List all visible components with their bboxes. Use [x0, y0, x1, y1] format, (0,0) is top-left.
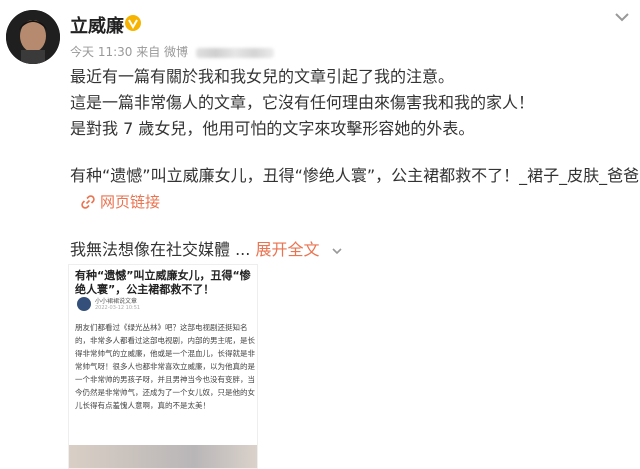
truncated-line: 我無法想像在社交媒體 ... 展开全文: [70, 240, 343, 260]
screenshot-title: 有种“遗憾”叫立威廉女儿，丑得“惨绝人寰”，公主裙都救不了！: [75, 269, 251, 296]
verified-icon: [125, 15, 141, 31]
chevron-down-icon[interactable]: [612, 10, 632, 24]
author-name[interactable]: 立威廉: [70, 12, 124, 38]
screenshot-body: 朋友们都看过《绿光丛林》吧？这部电视剧还挺知名的，非常多人都看过这部电视剧，内部…: [75, 321, 255, 414]
post-text-line: 這是一篇非常傷人的文章，它沒有任何理由來傷害我和我的家人！: [70, 93, 535, 112]
web-link[interactable]: 网页链接: [80, 191, 160, 212]
screenshot-subline: 2022-03-12 10:51: [95, 305, 141, 311]
expand-button[interactable]: 展开全文: [255, 240, 342, 259]
attached-screenshot[interactable]: 有种“遗憾”叫立威廉女儿，丑得“惨绝人寰”，公主裙都救不了！ 小小裙裙说文章 2…: [68, 264, 258, 469]
truncated-text: 我無法想像在社交媒體 ...: [70, 240, 251, 259]
blurred-source: [195, 47, 274, 58]
post-text-line: 最近有一篇有關於我和我女兒的文章引起了我的注意。: [70, 67, 455, 86]
screenshot-photo: [69, 445, 257, 468]
link-icon: [81, 194, 95, 209]
post-text-line: 有种“遗憾”叫立威廉女儿，丑得“惨绝人寰”，公主裙都救不了！_裙子_皮肤_爸爸: [70, 166, 640, 185]
avatar[interactable]: [6, 10, 60, 64]
post-text-line: 是對我 7 歲女兒，他用可怕的文字來攻擊形容她的外表。: [70, 119, 475, 138]
chevron-down-icon: [331, 247, 342, 254]
post-time: 今天 11:30: [70, 45, 133, 59]
post-meta: 今天 11:30 来自 微博: [70, 43, 274, 60]
post-source[interactable]: 来自 微博: [136, 45, 188, 59]
web-link-label: 网页链接: [100, 193, 161, 211]
screenshot-paragraph: 朋友们都看过《绿光丛林》吧？这部电视剧还挺知名的，非常多人都看过这部电视剧，内部…: [75, 323, 255, 410]
screenshot-avatar: [77, 297, 91, 311]
screenshot-author: 小小裙裙说文章: [95, 298, 138, 305]
